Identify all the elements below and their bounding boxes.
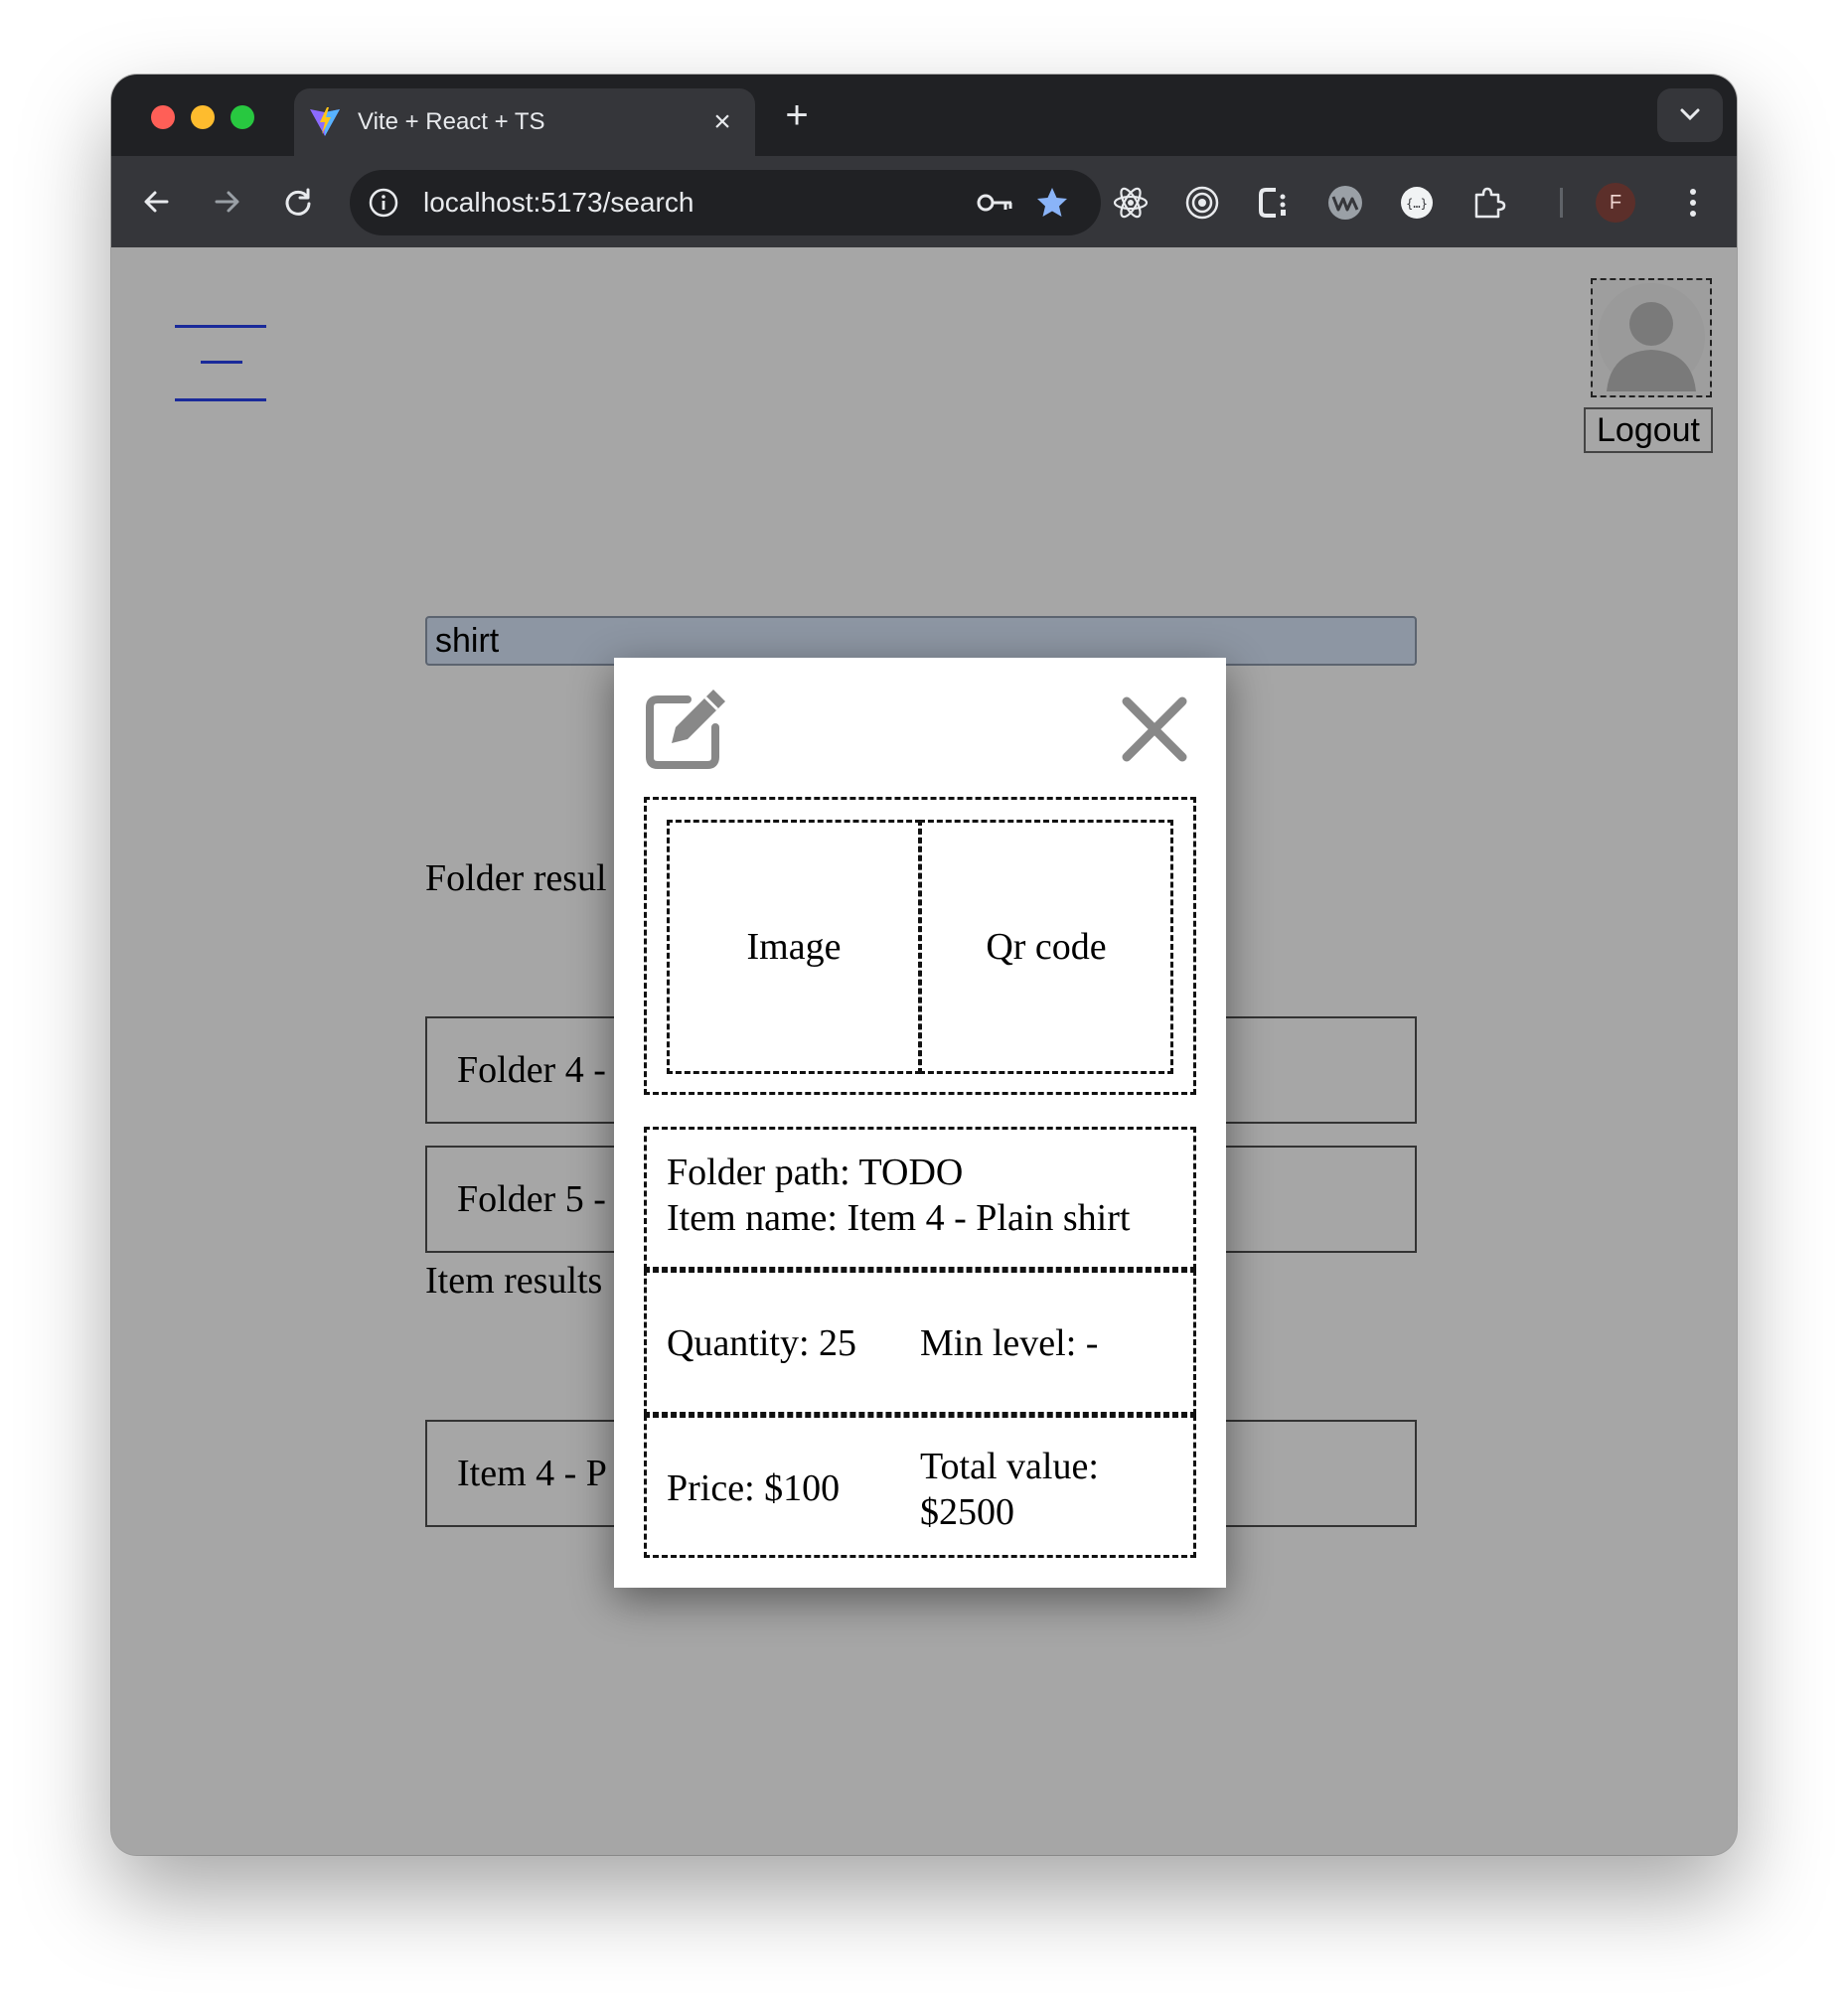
- price-text: Price: $100: [667, 1467, 841, 1509]
- extensions-puzzle-icon[interactable]: [1468, 183, 1508, 223]
- item-results-heading: Item results: [425, 1260, 603, 1302]
- address-bar[interactable]: localhost:5173/search: [350, 170, 1101, 235]
- item-name-text: Item name: Item 4 - Plain shirt: [667, 1197, 1131, 1239]
- tab-strip: Vite + React + TS × +: [111, 75, 1737, 156]
- password-key-icon[interactable]: [976, 189, 1015, 217]
- browser-tab-active[interactable]: Vite + React + TS ×: [294, 88, 755, 156]
- item-media-section: Image Qr code: [644, 797, 1196, 1095]
- hamburger-menu-icon[interactable]: [175, 325, 266, 404]
- wave-extension-icon[interactable]: [1325, 183, 1365, 223]
- item-stock-section: Quantity: 25 Min level: -: [644, 1270, 1196, 1415]
- item-value-section: Price: $100 Total value: $2500: [644, 1415, 1196, 1558]
- bookmark-star-icon[interactable]: [1035, 186, 1069, 220]
- new-tab-button[interactable]: +: [777, 95, 817, 136]
- tab-close-icon[interactable]: ×: [707, 107, 737, 137]
- toolbar-divider: [1560, 188, 1563, 218]
- logout-button[interactable]: Logout: [1584, 407, 1713, 453]
- close-window-button[interactable]: [151, 105, 175, 129]
- folder-path-text: Folder path: TODO: [667, 1152, 964, 1193]
- browser-toolbar: localhost:5173/search {…} F: [111, 156, 1737, 247]
- minimize-window-button[interactable]: [191, 105, 215, 129]
- quantity-text: Quantity: 25: [667, 1322, 857, 1364]
- avatar-placeholder-icon: [1598, 283, 1705, 391]
- chevron-down-icon: [1680, 108, 1700, 121]
- item-qr-code-placeholder: Qr code: [919, 820, 1173, 1074]
- target-extension-icon[interactable]: [1182, 183, 1222, 223]
- json-extension-icon[interactable]: {…}: [1397, 183, 1437, 223]
- item-image-placeholder: Image: [667, 820, 921, 1074]
- item-detail-modal: Image Qr code Folder path: TODO Item nam…: [614, 658, 1226, 1588]
- menu-dots-icon[interactable]: [1683, 183, 1703, 223]
- code-extension-icon[interactable]: [1254, 183, 1294, 223]
- page-content: Logout Folder resul Folder 4 - Folder 5 …: [111, 247, 1737, 1855]
- close-icon[interactable]: [1121, 695, 1188, 763]
- tab-title: Vite + React + TS: [358, 108, 545, 135]
- site-info-icon[interactable]: [368, 187, 399, 219]
- avatar[interactable]: [1591, 278, 1712, 397]
- tab-search-button[interactable]: [1657, 88, 1723, 142]
- reload-icon[interactable]: [276, 180, 320, 224]
- item-identity-section: Folder path: TODO Item name: Item 4 - Pl…: [644, 1127, 1196, 1270]
- edit-icon[interactable]: [644, 686, 729, 771]
- react-devtools-icon[interactable]: [1111, 183, 1151, 223]
- svg-text:{…}: {…}: [1406, 197, 1428, 211]
- min-level-text: Min level: -: [920, 1322, 1099, 1364]
- url-text: localhost:5173/search: [423, 187, 694, 218]
- profile-avatar[interactable]: F: [1596, 183, 1635, 223]
- maximize-window-button[interactable]: [231, 105, 254, 129]
- vite-logo-icon: [310, 107, 340, 136]
- forward-arrow-icon[interactable]: [205, 180, 248, 224]
- total-value-amount: $2500: [920, 1491, 1014, 1533]
- folder-results-heading: Folder resul: [425, 857, 607, 899]
- back-arrow-icon[interactable]: [135, 180, 179, 224]
- browser-window: Vite + React + TS × + localhost:5173/sea…: [111, 75, 1737, 1855]
- total-value-label: Total value:: [920, 1446, 1099, 1487]
